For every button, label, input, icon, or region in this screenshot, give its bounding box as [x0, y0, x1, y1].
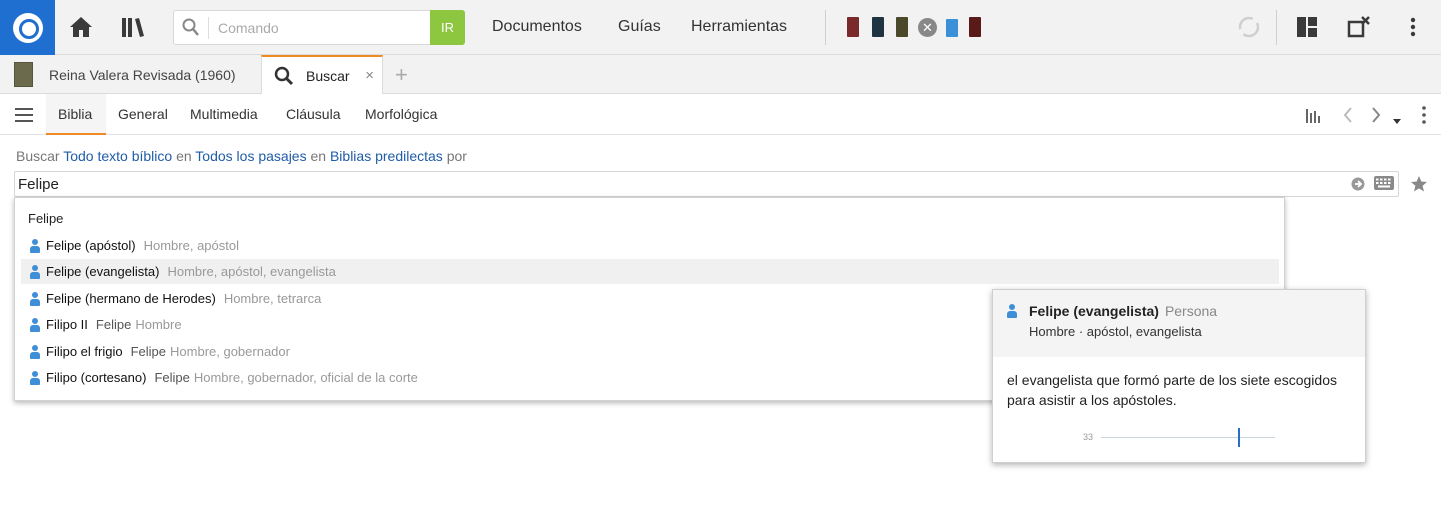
tab-multimedia-search[interactable]: Multimedia: [190, 106, 258, 122]
person-icon: [30, 238, 40, 253]
forward-icon[interactable]: [1371, 106, 1381, 129]
nav-documents[interactable]: Documentos: [492, 18, 582, 36]
nav-tools[interactable]: Herramientas: [691, 18, 787, 36]
tab-bar: Reina Valera Revisada (1960) Buscar × +: [0, 55, 1441, 95]
suggestion-name: Felipe (evangelista): [46, 264, 160, 279]
book-shortcut-icon[interactable]: [847, 17, 859, 37]
command-box: IR: [173, 10, 465, 45]
close-circle-icon[interactable]: ✕: [918, 18, 937, 37]
preview-type: Persona: [1164, 303, 1218, 319]
keyboard-icon[interactable]: [1373, 175, 1395, 196]
preview-subtitle: Hombre · apóstol, evangelista: [1029, 324, 1202, 339]
suggestion-desc: Hombre, gobernador: [170, 344, 290, 359]
person-icon: [1007, 304, 1017, 318]
book-shortcut-icon[interactable]: [969, 17, 981, 37]
suggestion-desc: Hombre, gobernador, oficial de la corte: [193, 370, 418, 385]
top-toolbar: IR Documentos Guías Herramientas ✕: [0, 0, 1441, 55]
tab-search[interactable]: Buscar ×: [261, 55, 383, 95]
search-type-bar: Biblia General Multimedia Cláusula Morfo…: [0, 94, 1441, 135]
preview-title-text: Felipe (evangelista): [1029, 303, 1159, 319]
book-cover-icon: [14, 62, 33, 87]
suggestion-alt: Felipe: [130, 344, 167, 359]
library-icon[interactable]: [121, 14, 147, 40]
suggestion-alt: Felipe: [154, 370, 190, 385]
list-item[interactable]: Felipe (evangelista) Hombre, apóstol, ev…: [21, 259, 1279, 284]
preview-card: Felipe (evangelista) Persona Hombre · apó…: [992, 289, 1366, 463]
suggestion-alt: Felipe: [95, 317, 132, 332]
scope-by: por: [446, 148, 467, 164]
close-window-icon[interactable]: [1346, 14, 1372, 40]
person-icon: [30, 370, 40, 385]
preview-title: Felipe (evangelista) Persona: [1029, 303, 1217, 319]
close-tab-icon[interactable]: ×: [365, 67, 374, 84]
suggestion-name: Filipo II: [46, 317, 88, 332]
bibles-link[interactable]: Biblias predilectas: [330, 148, 443, 164]
tab-general-search[interactable]: General: [118, 106, 168, 122]
suggestion-desc: Hombre, apóstol, evangelista: [167, 264, 336, 279]
more-icon[interactable]: [1422, 106, 1426, 129]
scope-prefix: Buscar: [16, 148, 60, 164]
back-icon[interactable]: [1343, 106, 1353, 129]
search-scope-line: Buscar Todo texto bíblico en Todos los p…: [16, 148, 467, 164]
tab-label: Buscar: [306, 68, 350, 84]
menu-icon[interactable]: [15, 108, 33, 122]
suggestion-desc: Hombre: [135, 317, 182, 332]
scope-in: en: [310, 148, 327, 164]
person-icon: [30, 317, 40, 332]
more-icon[interactable]: [1400, 14, 1426, 40]
range-link[interactable]: Todos los pasajes: [195, 148, 306, 164]
suggestion-name: Felipe (hermano de Herodes): [46, 291, 216, 306]
chevron-down-icon[interactable]: [1393, 112, 1401, 130]
tab-morph-search[interactable]: Morfológica: [365, 106, 437, 122]
list-item[interactable]: Felipe (apóstol) Hombre, apóstol: [21, 233, 1279, 258]
add-tab-button[interactable]: +: [395, 62, 408, 88]
layout-icon[interactable]: [1294, 14, 1320, 40]
tab-bible-search[interactable]: Biblia: [58, 106, 92, 122]
chart-icon[interactable]: [1305, 107, 1323, 128]
go-arrow-icon[interactable]: [1351, 177, 1365, 196]
suggestion-desc: Hombre, tetrarca: [223, 291, 322, 306]
suggestion-name: Felipe (apóstol): [46, 238, 136, 253]
person-icon: [30, 291, 40, 306]
suggestion-desc: Hombre, apóstol: [143, 238, 239, 253]
book-shortcut-icon[interactable]: [946, 19, 958, 37]
scope-text-link[interactable]: Todo texto bíblico: [63, 148, 172, 164]
search-icon: [182, 18, 200, 43]
star-icon[interactable]: [1410, 175, 1428, 198]
search-icon: [274, 66, 294, 86]
book-shortcut-icon[interactable]: [872, 17, 884, 37]
person-icon: [30, 344, 40, 359]
nav-guides[interactable]: Guías: [618, 18, 661, 36]
home-icon[interactable]: [68, 14, 94, 40]
occurrence-sparkline: 33: [1083, 428, 1278, 448]
tab-bible[interactable]: Reina Valera Revisada (1960): [0, 55, 260, 94]
suggestion-exact[interactable]: Felipe: [28, 211, 63, 226]
preview-header: Felipe (evangelista) Persona Hombre · apó…: [993, 290, 1365, 357]
suggestion-name: Filipo el frigio: [46, 344, 123, 359]
search-input[interactable]: Felipe: [14, 171, 1399, 197]
tab-clause-search[interactable]: Cláusula: [286, 106, 340, 122]
preview-description: el evangelista que formó parte de los si…: [1007, 372, 1337, 408]
occurrence-count: 33: [1083, 432, 1094, 442]
search-value: Felipe: [18, 176, 59, 193]
scope-in: en: [176, 148, 192, 164]
sync-icon[interactable]: [1236, 14, 1262, 40]
logos-logo-icon[interactable]: [0, 0, 55, 55]
tab-label: Reina Valera Revisada (1960): [49, 66, 236, 83]
command-input[interactable]: [218, 17, 428, 39]
person-icon: [30, 264, 40, 279]
go-button[interactable]: IR: [430, 10, 465, 45]
sparkline-axis: [1101, 437, 1275, 438]
book-shortcut-icon[interactable]: [896, 17, 908, 37]
suggestion-name: Filipo (cortesano): [46, 370, 147, 385]
sparkline-mark: [1238, 428, 1240, 447]
